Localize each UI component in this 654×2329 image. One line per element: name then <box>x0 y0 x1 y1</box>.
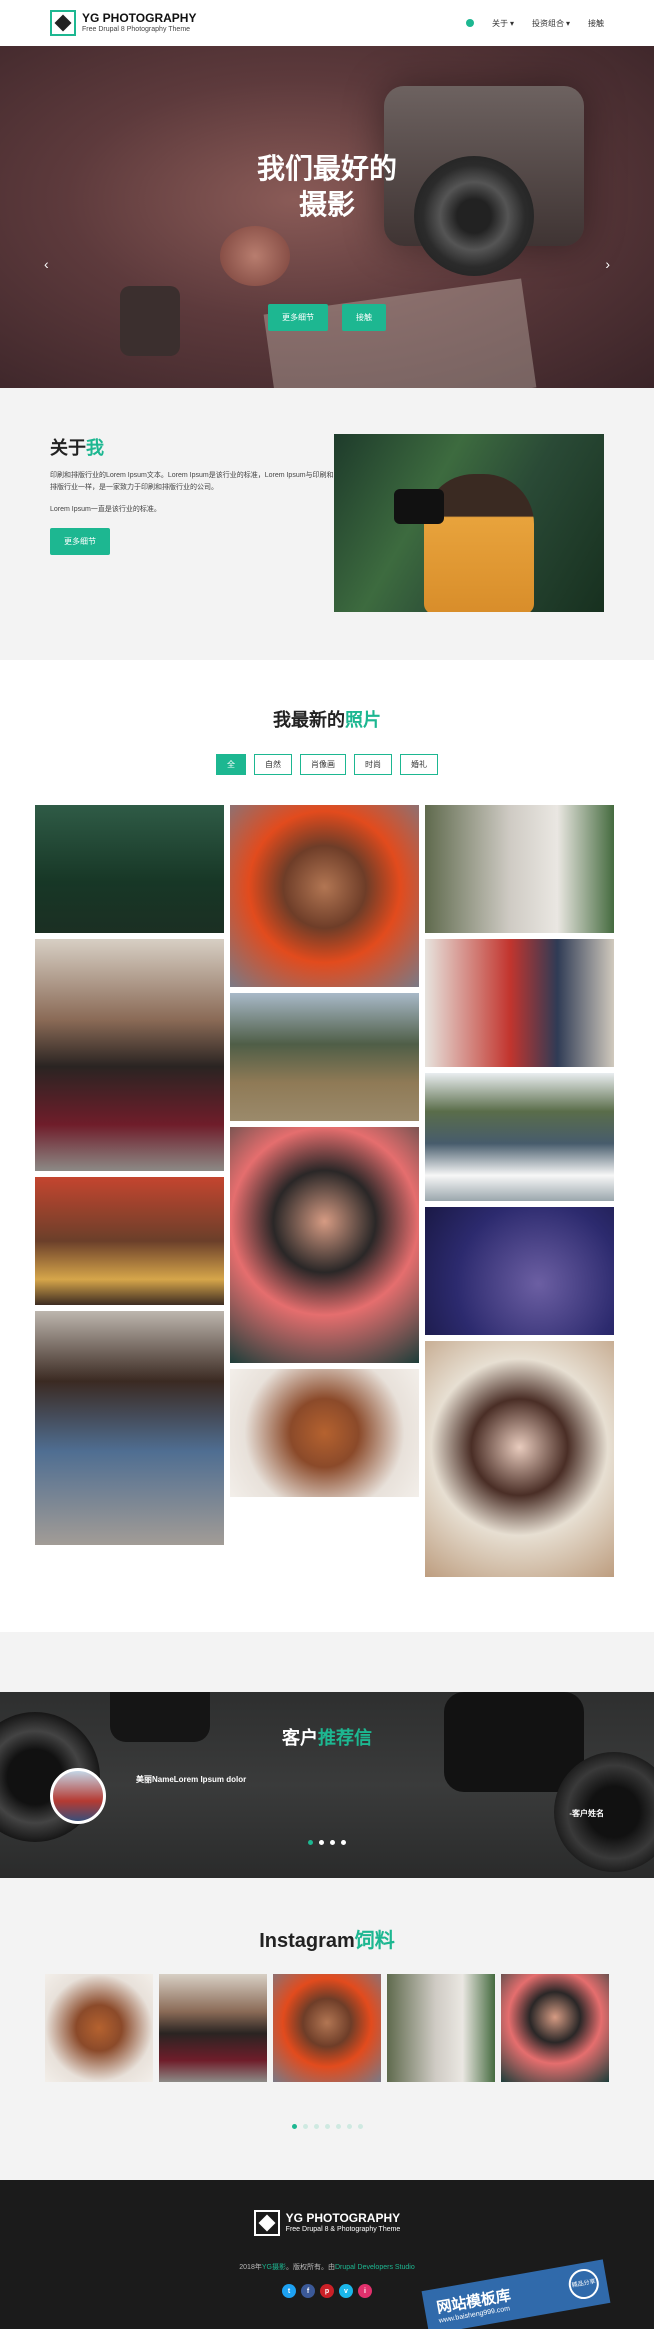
home-icon[interactable] <box>465 19 474 27</box>
chevron-down-icon: ▾ <box>565 18 570 28</box>
instagram-photo[interactable] <box>501 1974 609 2082</box>
instagram-photo[interactable] <box>45 1974 153 2082</box>
filter-nature[interactable]: 自然 <box>254 754 292 775</box>
gallery-title: 我最新的照片 <box>273 710 381 730</box>
nav-item-portfolio[interactable]: 投资组合 ▾ <box>532 18 570 29</box>
gallery-photo[interactable] <box>230 993 419 1121</box>
filter-all[interactable]: 全 <box>216 754 246 775</box>
pager-dot[interactable] <box>319 1840 324 1845</box>
about-paragraph: 印刷和排版行业的Lorem Ipsum文本。Lorem Ipsum是该行业的标准… <box>50 472 334 491</box>
instagram-photo[interactable] <box>387 1974 495 2082</box>
site-header: YG PHOTOGRAPHY Free Drupal 8 Photography… <box>0 0 654 46</box>
gallery-photo[interactable] <box>35 1311 224 1545</box>
gallery-photo[interactable] <box>425 1207 614 1335</box>
gallery-photo[interactable] <box>35 939 224 1171</box>
gallery-filters: 全 自然 肖像画 时尚 婚礼 <box>0 754 654 775</box>
main-nav: 关于 ▾ 投资组合 ▾ 接触 <box>465 18 604 29</box>
instagram-photo[interactable] <box>273 1974 381 2082</box>
logo-title: YG PHOTOGRAPHY <box>82 11 197 25</box>
gallery-photo[interactable] <box>425 1073 614 1201</box>
testimonial-pager <box>0 1840 654 1845</box>
chevron-down-icon: ▾ <box>509 18 514 28</box>
vimeo-icon[interactable]: v <box>339 2284 353 2298</box>
pager-dot[interactable] <box>335 2124 341 2129</box>
filter-fashion[interactable]: 时尚 <box>354 754 392 775</box>
logo[interactable]: YG PHOTOGRAPHY Free Drupal 8 Photography… <box>50 10 196 36</box>
gallery-photo[interactable] <box>230 1127 419 1363</box>
site-footer: YG PHOTOGRAPHY Free Drupal 8 & Photograp… <box>0 2180 654 2329</box>
instagram-section: Instagram饲料 <box>0 1878 654 2180</box>
twitter-icon[interactable]: t <box>282 2284 296 2298</box>
pager-dot[interactable] <box>357 2124 363 2129</box>
gallery-photo[interactable] <box>425 1341 614 1577</box>
nav-item-contact[interactable]: 接触 <box>588 18 604 29</box>
instagram-pager <box>0 2124 654 2129</box>
gallery-photo[interactable] <box>230 1369 419 1497</box>
logo-icon <box>50 10 76 36</box>
gallery-section: 我最新的照片 全 自然 肖像画 时尚 婚礼 <box>0 660 654 1632</box>
instagram-title: Instagram饲料 <box>259 1930 395 1952</box>
gallery-photo[interactable] <box>425 939 614 1067</box>
about-section: 关于我 印刷和排版行业的Lorem Ipsum文本。Lorem Ipsum是该行… <box>0 388 654 660</box>
logo-icon <box>253 2210 280 2236</box>
pager-dot[interactable] <box>324 2124 330 2129</box>
testimonial-section: 客户推荐信 美丽NameLorem Ipsum dolor -客户姓名 <box>0 1692 654 1878</box>
testimonial-quote: 美丽NameLorem Ipsum dolor <box>136 1775 247 1784</box>
about-paragraph: Lorem Ipsum一直是该行业的标准。 <box>50 506 161 513</box>
footer-logo[interactable]: YG PHOTOGRAPHY Free Drupal 8 & Photograp… <box>0 2210 654 2236</box>
pager-dot[interactable] <box>308 1840 313 1845</box>
about-details-button[interactable]: 更多细节 <box>50 528 110 555</box>
instagram-photo[interactable] <box>159 1974 267 2082</box>
prev-arrow-icon[interactable]: ‹ <box>44 256 49 272</box>
about-title: 关于我 <box>50 438 104 458</box>
pager-dot[interactable] <box>341 1840 346 1845</box>
pager-dot[interactable] <box>291 2124 297 2129</box>
filter-wedding[interactable]: 婚礼 <box>400 754 438 775</box>
pager-dot[interactable] <box>313 2124 319 2129</box>
pager-dot[interactable] <box>330 1840 335 1845</box>
next-arrow-icon[interactable]: › <box>605 256 610 272</box>
nav-item-about[interactable]: 关于 ▾ <box>492 18 514 29</box>
instagram-icon[interactable]: i <box>358 2284 372 2298</box>
gallery-photo[interactable] <box>425 805 614 933</box>
hero-contact-button[interactable]: 接触 <box>342 304 386 331</box>
hero-title: 我们最好的 摄影 <box>256 153 397 220</box>
avatar <box>50 1768 106 1824</box>
filter-portrait[interactable]: 肖像画 <box>300 754 346 775</box>
gallery-photo[interactable] <box>35 1177 224 1305</box>
facebook-icon[interactable]: f <box>301 2284 315 2298</box>
pinterest-icon[interactable]: p <box>320 2284 334 2298</box>
hero-slider: 我们最好的 摄影 更多细节 接触 ‹ › <box>0 46 654 388</box>
pager-dot[interactable] <box>346 2124 352 2129</box>
testimonial-client: -客户姓名 <box>569 1809 604 1818</box>
hero-details-button[interactable]: 更多细节 <box>268 304 328 331</box>
pager-dot[interactable] <box>302 2124 308 2129</box>
gallery-photo[interactable] <box>35 805 224 933</box>
logo-subtitle: Free Drupal 8 Photography Theme <box>82 26 191 33</box>
testimonial-title: 客户推荐信 <box>282 1728 372 1748</box>
gallery-photo[interactable] <box>230 805 419 987</box>
about-photo <box>334 434 604 612</box>
